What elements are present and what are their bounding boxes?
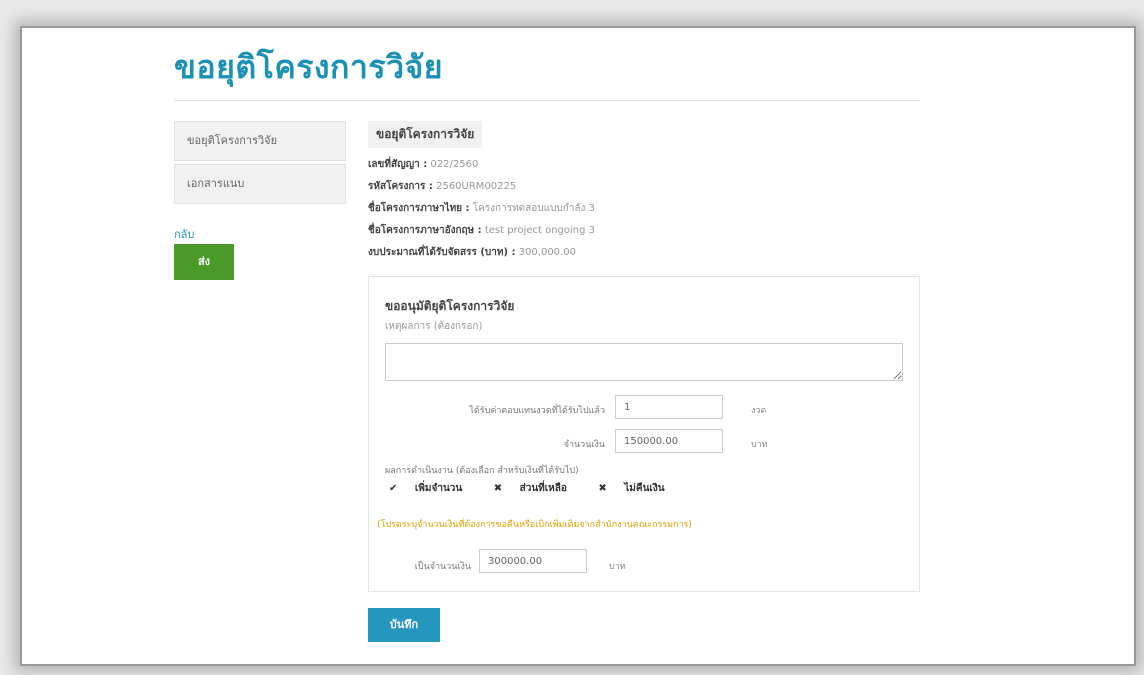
amount-unit: บาท	[751, 440, 768, 450]
info-row-budget: งบประมาณที่ได้รับจัดสรร (บาท) : 300,000.…	[368, 242, 928, 264]
sidebar-menu: ขอยุติโครงการวิจัย เอกสารแนบ	[174, 121, 346, 207]
policy-options: ✔ เพิ่มจำนวน ✖ ส่วนที่เหลือ ✖ ไม่คืนเงิน	[389, 481, 693, 496]
info-value: 2560URM00225	[436, 181, 517, 192]
info-row-english-name: ชื่อโครงการภาษาอังกฤษ : test project ong…	[368, 220, 928, 242]
info-value: โครงการทดสอบแบบกำลัง 3	[472, 203, 595, 214]
installments-input[interactable]	[615, 395, 723, 419]
section-heading: ขอยุติโครงการวิจัย	[368, 121, 483, 148]
back-link[interactable]: กลับ	[174, 225, 194, 243]
sidebar-item-terminate-project[interactable]: ขอยุติโครงการวิจัย	[174, 121, 346, 161]
form-title: ขออนุมัติยุติโครงการวิจัย	[385, 299, 515, 313]
option-label: ส่วนที่เหลือ	[519, 483, 567, 494]
option-no-refund[interactable]: ✖ ไม่คืนเงิน	[598, 483, 678, 494]
info-row-project-code: รหัสโครงการ : 2560URM00225	[368, 176, 928, 198]
check-icon: ✔	[389, 483, 398, 494]
installments-unit: งวด	[751, 406, 767, 416]
info-label: รหัสโครงการ :	[368, 181, 433, 192]
project-info: ขอยุติโครงการวิจัย เลขที่สัญญา : 022/256…	[368, 121, 928, 264]
info-row-thai-name: ชื่อโครงการภาษาไทย : โครงการทดสอบแบบกำลั…	[368, 198, 928, 220]
reason-label: เหตุผลการ (ต้องกรอก)	[385, 321, 483, 332]
info-label: งบประมาณที่ได้รับจัดสรร (บาท) :	[368, 247, 516, 258]
info-label: ชื่อโครงการภาษาอังกฤษ :	[368, 225, 482, 236]
send-button[interactable]: ส่ง	[174, 244, 234, 280]
amount-input[interactable]	[615, 429, 723, 453]
refund-amount-input[interactable]	[479, 549, 587, 573]
info-label: เลขที่สัญญา :	[368, 159, 428, 170]
cross-icon: ✖	[598, 483, 607, 494]
option-remaining[interactable]: ✖ ส่วนที่เหลือ	[494, 483, 581, 494]
option-label: เพิ่มจำนวน	[414, 483, 463, 494]
info-value: 300,000.00	[518, 247, 576, 258]
refund-amount-unit: บาท	[609, 562, 626, 572]
info-value: 022/2560	[430, 159, 479, 170]
info-row-contract: เลขที่สัญญา : 022/2560	[368, 154, 928, 176]
refund-amount-label: เป็นจำนวนเงิน	[414, 562, 471, 572]
amount-label: จำนวนเงิน	[563, 440, 605, 450]
installments-label: ได้รับค่าตอบแทนงวดที่ได้รับไปแล้ว	[469, 406, 605, 416]
refund-note: (โปรดระบุจำนวนเงินที่ต้องการขอคืนหรือเบิ…	[377, 520, 692, 530]
policy-label: ผลการดำเนินงาน (ต้องเลือก สำหรับเงินที่ไ…	[385, 466, 579, 476]
termination-form-panel: ขออนุมัติยุติโครงการวิจัย เหตุผลการ (ต้อ…	[368, 276, 920, 592]
browser-frame: ขอยุติโครงการวิจัย ขอยุติโครงการวิจัย เอ…	[20, 26, 1136, 666]
info-value: test project ongoing 3	[484, 225, 596, 236]
cross-icon: ✖	[493, 483, 503, 494]
info-list: เลขที่สัญญา : 022/2560 รหัสโครงการ : 256…	[368, 154, 928, 264]
option-add-amount[interactable]: ✔ เพิ่มจำนวน	[389, 483, 476, 494]
info-label: ชื่อโครงการภาษาไทย :	[368, 203, 470, 214]
reason-textarea[interactable]	[385, 343, 903, 381]
sidebar-item-attachments[interactable]: เอกสารแนบ	[174, 164, 346, 204]
title-divider	[174, 100, 920, 101]
page-title: ขอยุติโครงการวิจัย	[174, 48, 444, 86]
option-label: ไม่คืนเงิน	[624, 483, 665, 494]
save-button[interactable]: บันทึก	[368, 608, 440, 642]
